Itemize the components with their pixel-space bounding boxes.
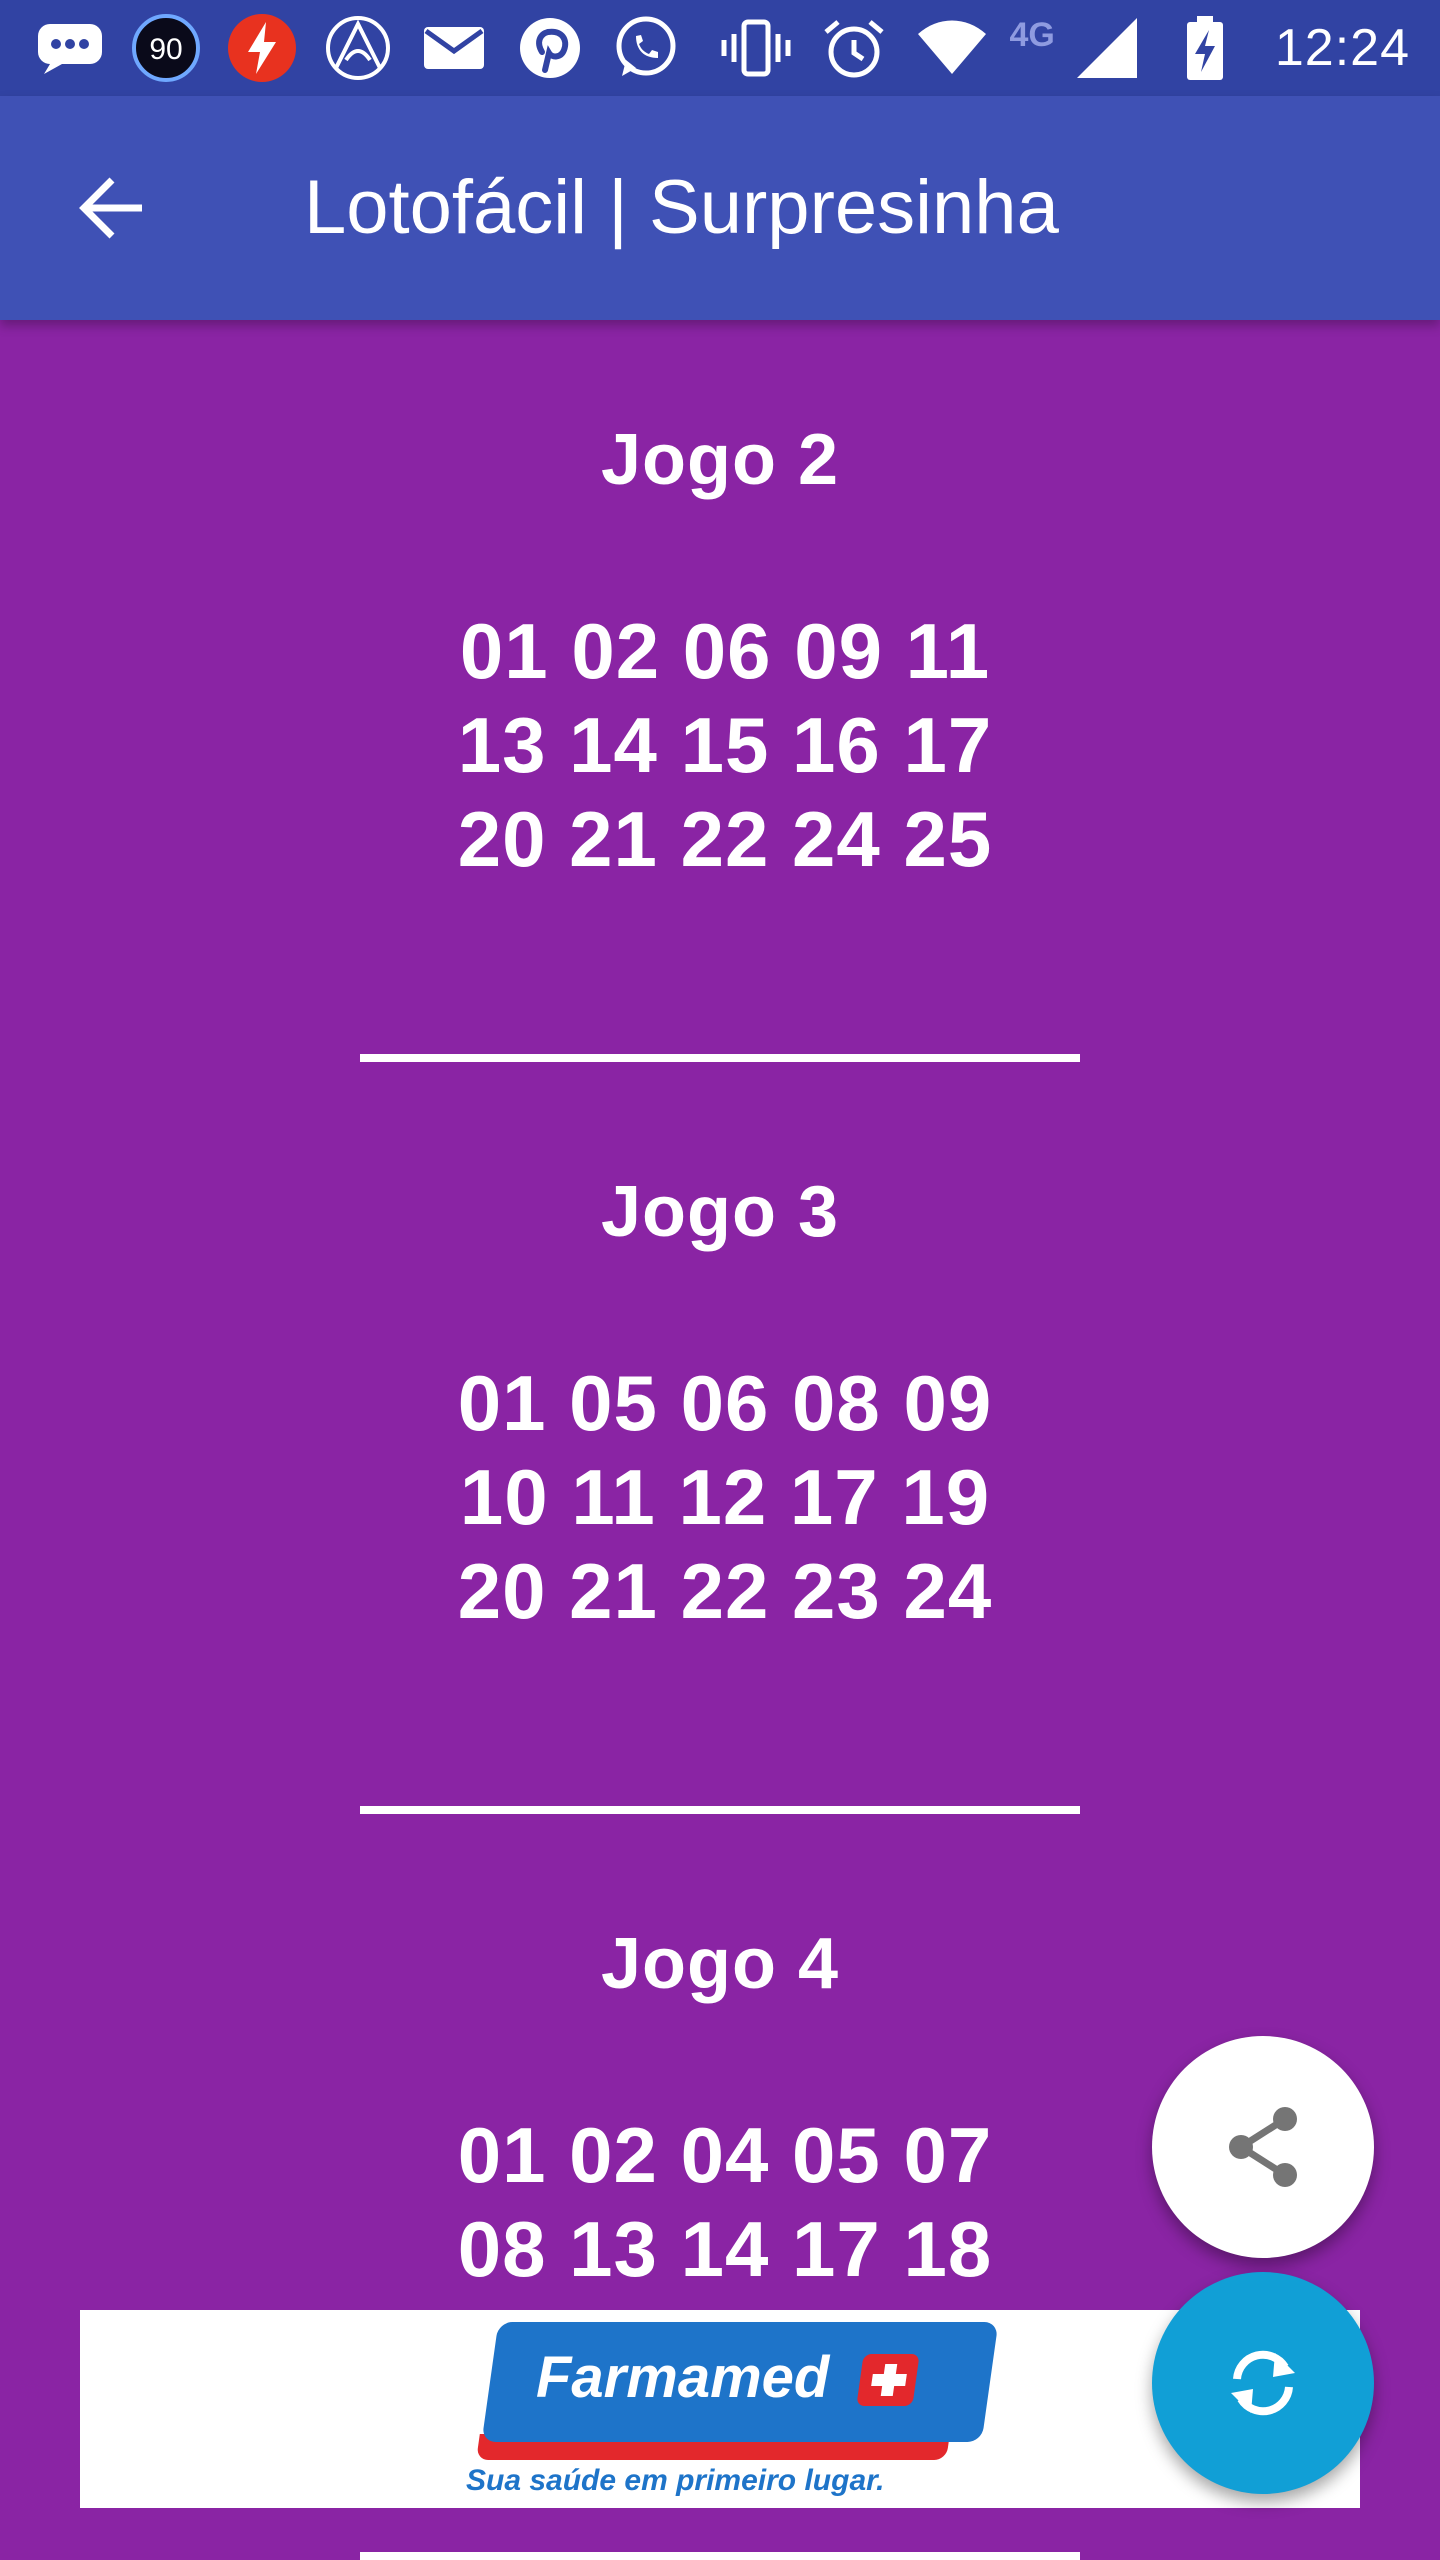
status-bar: 90 4G 12:24 [0,0,1440,96]
system-icons: 4G 12:24 [716,10,1411,86]
game-title: Jogo 2 [600,420,840,500]
game-block: Jogo 3 01 05 06 08 09 10 11 12 17 19 20 … [0,1172,1440,1638]
game-numbers: 01 05 06 08 09 10 11 12 17 19 20 21 22 2… [0,1356,1440,1638]
page-title: Lotofácil | Surpresinha [304,165,1059,250]
game-numbers: 01 02 06 09 11 13 14 15 16 17 20 21 22 2… [0,604,1440,886]
share-button[interactable] [1152,2036,1374,2258]
wifi-icon [912,10,992,86]
notification-icons: 90 [30,10,686,86]
counter-badge-icon: 90 [126,10,206,86]
numbers-row: 20 21 22 24 25 [457,795,993,883]
refresh-button[interactable] [1152,2272,1374,2494]
pinterest-icon [510,10,590,86]
network-type-label: 4G [1009,15,1055,54]
pharmacy-cross-icon [856,2354,920,2406]
clock-time: 12:24 [1274,19,1410,77]
vibrate-icon [716,10,796,86]
whatsapp-icon [606,10,686,86]
badge-number: 90 [149,33,182,66]
game-separator [360,1054,1080,1062]
numbers-row: 01 02 06 09 11 [459,607,991,695]
app-bar: Lotofácil | Surpresinha [0,96,1440,320]
numbers-row: 01 05 06 08 09 [457,1359,993,1447]
game-separator [360,1806,1080,1814]
ad-slogan: Sua saúde em primeiro lugar. [466,2464,885,2497]
game-title: Jogo 4 [600,1924,840,2004]
numbers-row: 20 21 22 23 24 [457,1547,993,1635]
numbers-row: 13 14 15 16 17 [457,701,993,789]
game-title: Jogo 3 [600,1172,840,1252]
farmamed-logo: Farmamed [470,2322,1030,2462]
numbers-row: 10 11 12 17 19 [459,1453,991,1541]
cell-signal-icon [1067,10,1147,86]
battery-charging-icon [1165,10,1245,86]
game-separator [360,2552,1080,2560]
chat-bubble-icon [30,10,110,86]
arrow-back-icon [79,177,142,239]
game-block: Jogo 2 01 02 06 09 11 13 14 15 16 17 20 … [0,420,1440,886]
flash-app-icon [222,10,302,86]
refresh-icon [1231,2350,1295,2416]
mail-icon [414,10,494,86]
back-button[interactable] [56,152,168,264]
alarm-icon [814,10,894,86]
browser-icon [318,10,398,86]
share-icon [1229,2107,1297,2187]
ad-brand: Farmamed [536,2345,830,2410]
